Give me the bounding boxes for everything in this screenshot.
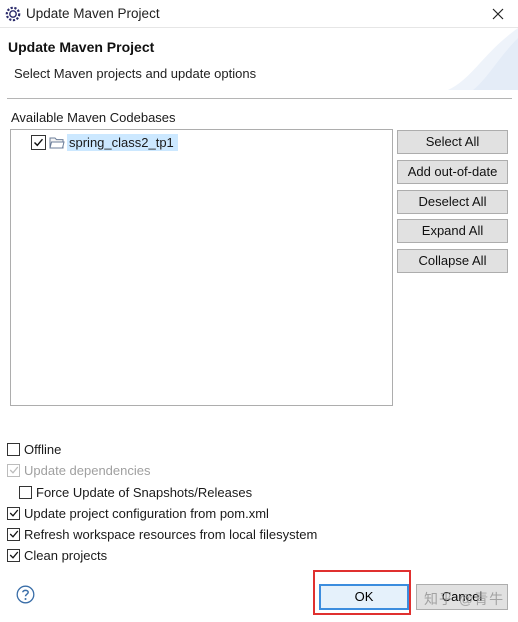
clean-projects-label: Clean projects: [24, 547, 108, 563]
refresh-workspace-label: Refresh workspace resources from local f…: [24, 526, 318, 542]
update-config-checkbox[interactable]: [7, 506, 20, 520]
select-all-button[interactable]: Select All: [397, 130, 508, 154]
add-out-of-date-button[interactable]: Add out-of-date: [397, 160, 508, 184]
offline-label: Offline: [24, 441, 62, 457]
refresh-workspace-option[interactable]: Refresh workspace resources from local f…: [7, 525, 317, 543]
clean-projects-checkbox[interactable]: [7, 548, 20, 562]
force-update-label: Force Update of Snapshots/Releases: [36, 484, 253, 500]
close-button[interactable]: [478, 0, 518, 28]
update-config-option[interactable]: Update project configuration from pom.xm…: [7, 504, 269, 522]
expand-all-button[interactable]: Expand All: [397, 219, 508, 243]
codebases-tree[interactable]: spring_class2_tp1: [10, 129, 393, 406]
refresh-workspace-checkbox[interactable]: [7, 527, 20, 541]
project-name: spring_class2_tp1: [67, 134, 178, 151]
update-config-label: Update project configuration from pom.xm…: [24, 505, 269, 521]
deselect-all-button[interactable]: Deselect All: [397, 190, 508, 214]
project-folder-icon: [49, 137, 65, 148]
force-update-option[interactable]: Force Update of Snapshots/Releases: [19, 483, 252, 501]
help-icon[interactable]: [16, 585, 35, 604]
update-dependencies-option: Update dependencies: [7, 461, 151, 479]
clean-projects-option[interactable]: Clean projects: [7, 546, 107, 564]
title-bar: Update Maven Project: [0, 0, 518, 28]
header-title: Update Maven Project: [8, 39, 155, 55]
eclipse-gear-icon: [5, 6, 21, 22]
tree-item-project[interactable]: spring_class2_tp1: [31, 133, 178, 152]
header-separator: [7, 98, 512, 99]
update-dependencies-checkbox: [7, 463, 20, 477]
header-message: Select Maven projects and update options: [14, 66, 257, 81]
check-icon: [9, 466, 18, 474]
offline-checkbox[interactable]: [7, 442, 20, 456]
collapse-all-button[interactable]: Collapse All: [397, 249, 508, 273]
codebases-label: Available Maven Codebases: [11, 110, 176, 125]
offline-option[interactable]: Offline: [7, 440, 61, 458]
ok-button[interactable]: OK: [319, 584, 409, 610]
project-checkbox[interactable]: [31, 135, 46, 150]
force-update-checkbox[interactable]: [19, 485, 32, 499]
watermark: 知乎 @青牛: [424, 591, 505, 607]
check-icon: [34, 138, 44, 147]
check-icon: [9, 509, 18, 517]
check-icon: [9, 551, 18, 559]
update-dependencies-label: Update dependencies: [24, 462, 151, 478]
close-icon: [492, 8, 504, 20]
dialog-header: Update Maven Project Select Maven projec…: [0, 28, 518, 90]
window-title: Update Maven Project: [26, 6, 160, 21]
check-icon: [9, 530, 18, 538]
header-banner-graphic: [448, 28, 518, 90]
